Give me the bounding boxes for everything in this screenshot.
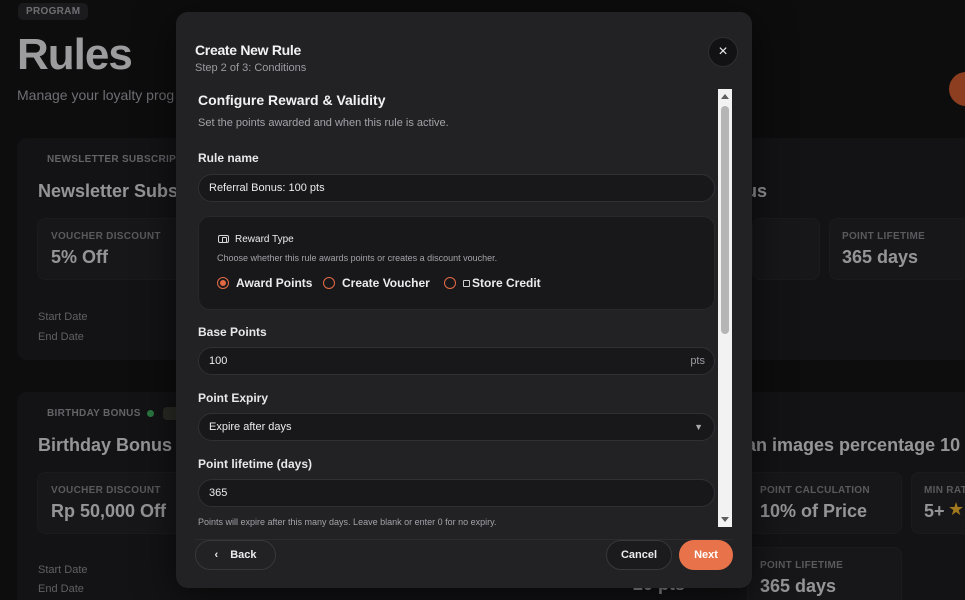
back-label: Back bbox=[230, 549, 257, 561]
base-points-label: Base Points bbox=[198, 325, 267, 339]
ticket-icon bbox=[218, 235, 229, 243]
section-description: Set the points awarded and when this rul… bbox=[198, 117, 449, 129]
next-button[interactable]: Next bbox=[679, 540, 733, 570]
scroll-down-icon[interactable] bbox=[721, 517, 729, 522]
close-icon[interactable]: × bbox=[708, 37, 738, 67]
store-credit-icon bbox=[463, 280, 470, 288]
back-button[interactable]: ‹ Back bbox=[195, 540, 276, 570]
reward-type-title: Reward Type bbox=[235, 234, 294, 245]
point-expiry-label: Point Expiry bbox=[198, 391, 269, 405]
base-points-value: 100 bbox=[209, 355, 228, 367]
radio-label: Award Points bbox=[236, 276, 313, 290]
section-title: Configure Reward & Validity bbox=[198, 92, 386, 108]
rule-name-label: Rule name bbox=[198, 151, 259, 165]
base-points-input[interactable]: 100 pts bbox=[198, 347, 715, 375]
modal-step: Step 2 of 3: Conditions bbox=[195, 62, 307, 74]
radio-store-credit[interactable]: Store Credit bbox=[444, 276, 541, 290]
radio-label: Store Credit bbox=[472, 276, 541, 290]
scrollbar[interactable] bbox=[718, 89, 732, 527]
point-lifetime-label: Point lifetime (days) bbox=[198, 457, 313, 471]
modal-title: Create New Rule bbox=[195, 42, 301, 58]
radio-selected-icon bbox=[217, 277, 229, 289]
radio-award-points[interactable]: Award Points bbox=[217, 276, 312, 290]
reward-type-panel: Reward Type Choose whether this rule awa… bbox=[198, 216, 715, 310]
points-suffix: pts bbox=[690, 355, 705, 367]
rule-name-value: Referral Bonus: 100 pts bbox=[209, 182, 325, 194]
scroll-up-icon[interactable] bbox=[721, 94, 729, 99]
scrollbar-thumb[interactable] bbox=[721, 106, 729, 334]
rule-name-input[interactable]: Referral Bonus: 100 pts bbox=[198, 174, 715, 202]
radio-unselected-icon bbox=[444, 277, 456, 289]
create-rule-modal: Create New Rule Step 2 of 3: Conditions … bbox=[176, 12, 752, 588]
point-expiry-value: Expire after days bbox=[209, 421, 292, 433]
radio-label: Create Voucher bbox=[342, 276, 430, 290]
radio-create-voucher[interactable]: Create Voucher bbox=[323, 276, 430, 290]
modal-scroll-area[interactable]: Configure Reward & Validity Set the poin… bbox=[198, 89, 733, 527]
reward-type-description: Choose whether this rule awards points o… bbox=[217, 253, 498, 263]
point-lifetime-input[interactable]: 365 bbox=[198, 479, 715, 507]
point-lifetime-value: 365 bbox=[209, 487, 228, 499]
cancel-button[interactable]: Cancel bbox=[606, 540, 672, 570]
point-expiry-select[interactable]: Expire after days ▼ bbox=[198, 413, 715, 441]
point-lifetime-help: Points will expire after this many days.… bbox=[198, 517, 497, 527]
chevron-left-icon: ‹ bbox=[214, 549, 219, 561]
chevron-down-icon: ▼ bbox=[694, 422, 703, 432]
radio-unselected-icon bbox=[323, 277, 335, 289]
